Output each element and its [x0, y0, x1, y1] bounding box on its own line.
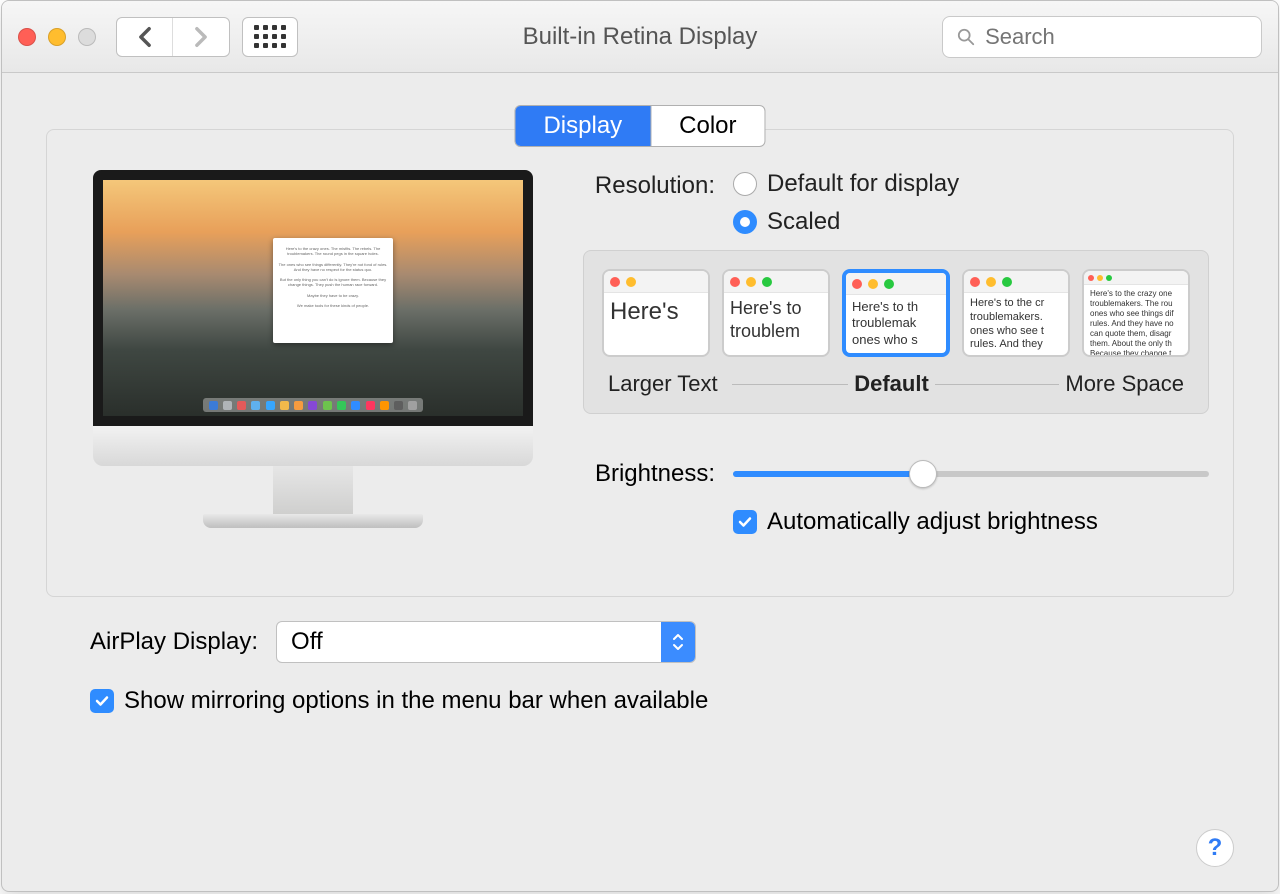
scale-option-larger-text[interactable]: Here's	[602, 269, 710, 357]
checkbox-checked-icon[interactable]	[90, 689, 114, 713]
auto-brightness-label: Automatically adjust brightness	[767, 508, 1098, 536]
search-input[interactable]	[985, 24, 1247, 50]
brightness-label: Brightness:	[583, 460, 733, 488]
slider-knob-icon[interactable]	[909, 460, 937, 488]
close-icon[interactable]	[18, 28, 36, 46]
airplay-value: Off	[291, 628, 323, 656]
scale-label-more: More Space	[1059, 371, 1190, 397]
bottom-controls: AirPlay Display: Off Show mirroring opti…	[46, 597, 1234, 715]
resolution-radio-group: Default for display Scaled	[733, 170, 959, 236]
display-illustration: Here's to the crazy ones. The misfits. T…	[83, 170, 543, 536]
tab-color[interactable]: Color	[651, 106, 764, 146]
tab-bar: Display Color	[514, 105, 765, 147]
nav-back-forward	[116, 17, 230, 57]
display-settings: Resolution: Default for display Scaled	[583, 170, 1209, 536]
scale-option-4[interactable]: Here's to the cr troublemakers. ones who…	[962, 269, 1070, 357]
show-all-button[interactable]	[242, 17, 298, 57]
mirroring-row[interactable]: Show mirroring options in the menu bar w…	[90, 687, 1190, 715]
display-panel: Here's to the crazy ones. The misfits. T…	[46, 129, 1234, 597]
preferences-window: Built-in Retina Display Display Color He…	[1, 0, 1279, 892]
scale-option-2[interactable]: Here's to troublem	[722, 269, 830, 357]
resolution-label: Resolution:	[583, 170, 733, 200]
tab-display[interactable]: Display	[515, 106, 651, 146]
radio-label: Scaled	[767, 208, 840, 236]
select-stepper-icon	[661, 622, 695, 662]
grid-icon	[254, 25, 286, 48]
airplay-select[interactable]: Off	[276, 621, 696, 663]
airplay-label: AirPlay Display:	[90, 628, 258, 656]
radio-icon	[733, 172, 757, 196]
minimize-icon[interactable]	[48, 28, 66, 46]
radio-default-for-display[interactable]: Default for display	[733, 170, 959, 198]
sample-window-icon: Here's to the crazy ones. The misfits. T…	[273, 238, 393, 343]
forward-button	[173, 18, 229, 56]
window-controls	[18, 28, 96, 46]
scale-option-more-space[interactable]: Here's to the crazy one troublemakers. T…	[1082, 269, 1190, 357]
zoom-icon	[78, 28, 96, 46]
radio-icon	[733, 210, 757, 234]
titlebar: Built-in Retina Display	[2, 1, 1278, 73]
back-button[interactable]	[117, 18, 173, 56]
scale-picker: Here's Here's to troublem Here's to th t…	[583, 250, 1209, 414]
help-icon: ?	[1208, 834, 1223, 862]
help-button[interactable]: ?	[1196, 829, 1234, 867]
content-area: Display Color Here's to the crazy ones. …	[2, 73, 1278, 891]
radio-scaled[interactable]: Scaled	[733, 208, 959, 236]
radio-label: Default for display	[767, 170, 959, 198]
checkbox-checked-icon[interactable]	[733, 510, 757, 534]
scale-label-larger: Larger Text	[602, 371, 724, 397]
scale-option-default[interactable]: Here's to th troublemak ones who s	[842, 269, 950, 357]
mirroring-label: Show mirroring options in the menu bar w…	[124, 687, 708, 715]
auto-brightness-row[interactable]: Automatically adjust brightness	[733, 508, 1209, 536]
brightness-slider[interactable]	[733, 471, 1209, 477]
search-icon	[957, 27, 975, 47]
scale-label-default: Default	[848, 371, 935, 397]
apple-logo-icon	[93, 426, 533, 466]
search-field[interactable]	[942, 16, 1262, 58]
